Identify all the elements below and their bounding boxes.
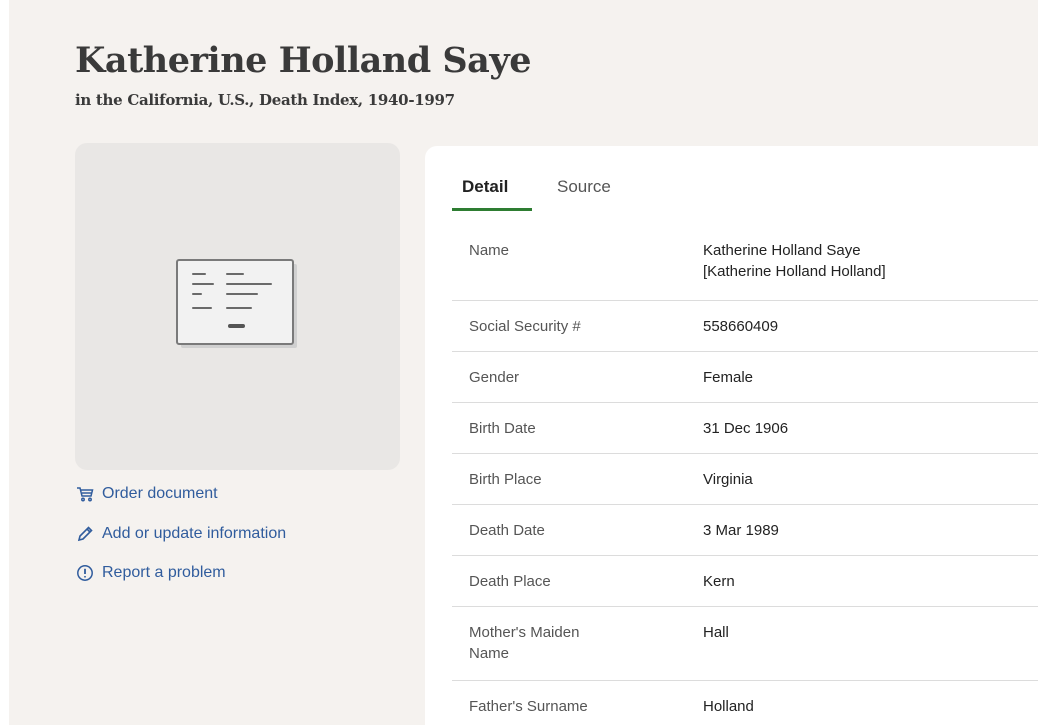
detail-value: Female <box>703 369 754 386</box>
label-line: Mother's Maiden <box>469 624 580 641</box>
detail-row-fathers-surname: Father's Surname Holland <box>452 681 1038 725</box>
detail-row-birth-place: Birth Place Virginia <box>452 454 1038 505</box>
detail-label: Name <box>469 242 510 259</box>
detail-label: Death Place <box>469 573 551 590</box>
detail-label: Death Date <box>469 522 545 539</box>
detail-value: 3 Mar 1989 <box>703 522 779 539</box>
record-tabs: Detail Source <box>452 177 611 211</box>
detail-value: 31 Dec 1906 <box>703 420 789 437</box>
add-update-information-label: Add or update information <box>102 525 287 542</box>
detail-label: Birth Place <box>469 471 542 488</box>
detail-label: Mother's Maiden Name <box>469 622 639 664</box>
tab-detail[interactable]: Detail <box>452 177 532 211</box>
detail-row-gender: Gender Female <box>452 352 1038 403</box>
detail-row-death-date: Death Date 3 Mar 1989 <box>452 505 1038 556</box>
pencil-icon <box>76 525 94 543</box>
detail-value: Hall <box>703 624 729 641</box>
detail-row-death-place: Death Place Kern <box>452 556 1038 607</box>
document-image-card[interactable] <box>75 143 400 470</box>
order-document-label: Order document <box>102 485 218 502</box>
detail-row-name: Name Katherine Holland Saye [Katherine H… <box>452 226 1038 301</box>
report-problem-label: Report a problem <box>102 564 226 581</box>
page-title: Katherine Holland Saye <box>75 40 531 81</box>
document-icon <box>175 256 300 361</box>
detail-row-mothers-maiden-name: Mother's Maiden Name Hall <box>452 607 1038 681</box>
detail-row-ssn: Social Security # 558660409 <box>452 301 1038 352</box>
detail-value: Katherine Holland Saye [Katherine Hollan… <box>703 240 886 282</box>
order-document-link[interactable]: Order document <box>76 484 286 504</box>
detail-value: Virginia <box>703 471 753 488</box>
tab-source[interactable]: Source <box>557 177 611 211</box>
add-update-information-link[interactable]: Add or update information <box>76 524 286 544</box>
name-primary: Katherine Holland Saye <box>703 242 861 259</box>
detail-table: Name Katherine Holland Saye [Katherine H… <box>452 226 1038 725</box>
record-detail-panel: Detail Source Name Katherine Holland Say… <box>425 146 1038 725</box>
report-problem-link[interactable]: Report a problem <box>76 563 286 583</box>
detail-label: Social Security # <box>469 318 581 335</box>
name-alternate: [Katherine Holland Holland] <box>703 263 886 280</box>
collection-subtitle: in the California, U.S., Death Index, 19… <box>75 91 455 109</box>
detail-value: Kern <box>703 573 735 590</box>
alert-circle-icon <box>76 564 94 582</box>
detail-label: Birth Date <box>469 420 536 437</box>
label-line: Name <box>469 645 510 662</box>
detail-label: Gender <box>469 369 520 386</box>
cart-icon <box>76 485 94 503</box>
detail-value: Holland <box>703 698 754 715</box>
detail-label: Father's Surname <box>469 698 588 715</box>
record-actions: Order document Add or update information… <box>76 484 286 603</box>
detail-row-birth-date: Birth Date 31 Dec 1906 <box>452 403 1038 454</box>
left-edge <box>0 0 9 725</box>
detail-value: 558660409 <box>703 318 779 335</box>
